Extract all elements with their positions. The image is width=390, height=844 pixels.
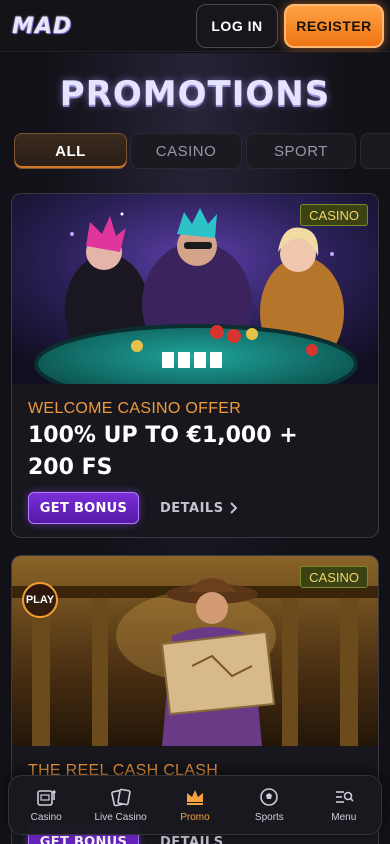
nav-label: Sports (254, 812, 284, 823)
register-button[interactable]: REGISTER (284, 4, 384, 48)
soccer-ball-icon (260, 788, 279, 806)
tab-casino[interactable]: CASINO (130, 133, 242, 169)
nav-label: Menu (331, 812, 357, 823)
cards-icon (110, 788, 131, 807)
category-badge: CASINO (300, 566, 368, 588)
details-label: DETAILS (160, 834, 224, 844)
login-button[interactable]: LOG IN (196, 4, 278, 48)
nav-label: Live Casino (94, 812, 147, 823)
nav-item-menu[interactable]: Menu (309, 787, 379, 823)
slot-machine-icon (37, 790, 56, 806)
play-badge: PLAY (22, 582, 58, 618)
promo-title: 100% UP TO €1,000 + 200 FS (28, 423, 298, 480)
tab-overflow[interactable] (360, 133, 390, 169)
page-title: PROMOTIONS (59, 74, 331, 114)
get-bonus-button[interactable]: GET BONUS (28, 492, 139, 524)
bottom-navigation: Casino Live Casino Promo Sports Menu (8, 775, 382, 835)
nav-item-sports[interactable]: Sports (234, 787, 304, 823)
promo-card-welcome[interactable]: CASINO WELCOME CASINO OFFER 100% UP TO €… (11, 193, 379, 538)
tab-all[interactable]: ALL (14, 133, 127, 169)
top-header: MAD LOG IN REGISTER (0, 0, 390, 52)
nav-label: Casino (30, 812, 62, 823)
nav-item-promo[interactable]: Promo (160, 787, 230, 823)
nav-item-live-casino[interactable]: Live Casino (86, 787, 156, 823)
chevron-right-icon (229, 502, 237, 514)
menu-search-icon (335, 791, 354, 803)
details-link[interactable]: DETAILS (160, 492, 238, 524)
brand-logo[interactable]: MAD (12, 14, 72, 39)
details-label: DETAILS (160, 500, 224, 516)
nav-label: Promo (180, 812, 210, 823)
nav-item-casino[interactable]: Casino (11, 787, 81, 823)
promo-subtitle: WELCOME CASINO OFFER (28, 400, 242, 417)
category-badge: CASINO (300, 204, 368, 226)
tab-sport[interactable]: SPORT (246, 133, 356, 169)
crown-icon (186, 790, 203, 805)
